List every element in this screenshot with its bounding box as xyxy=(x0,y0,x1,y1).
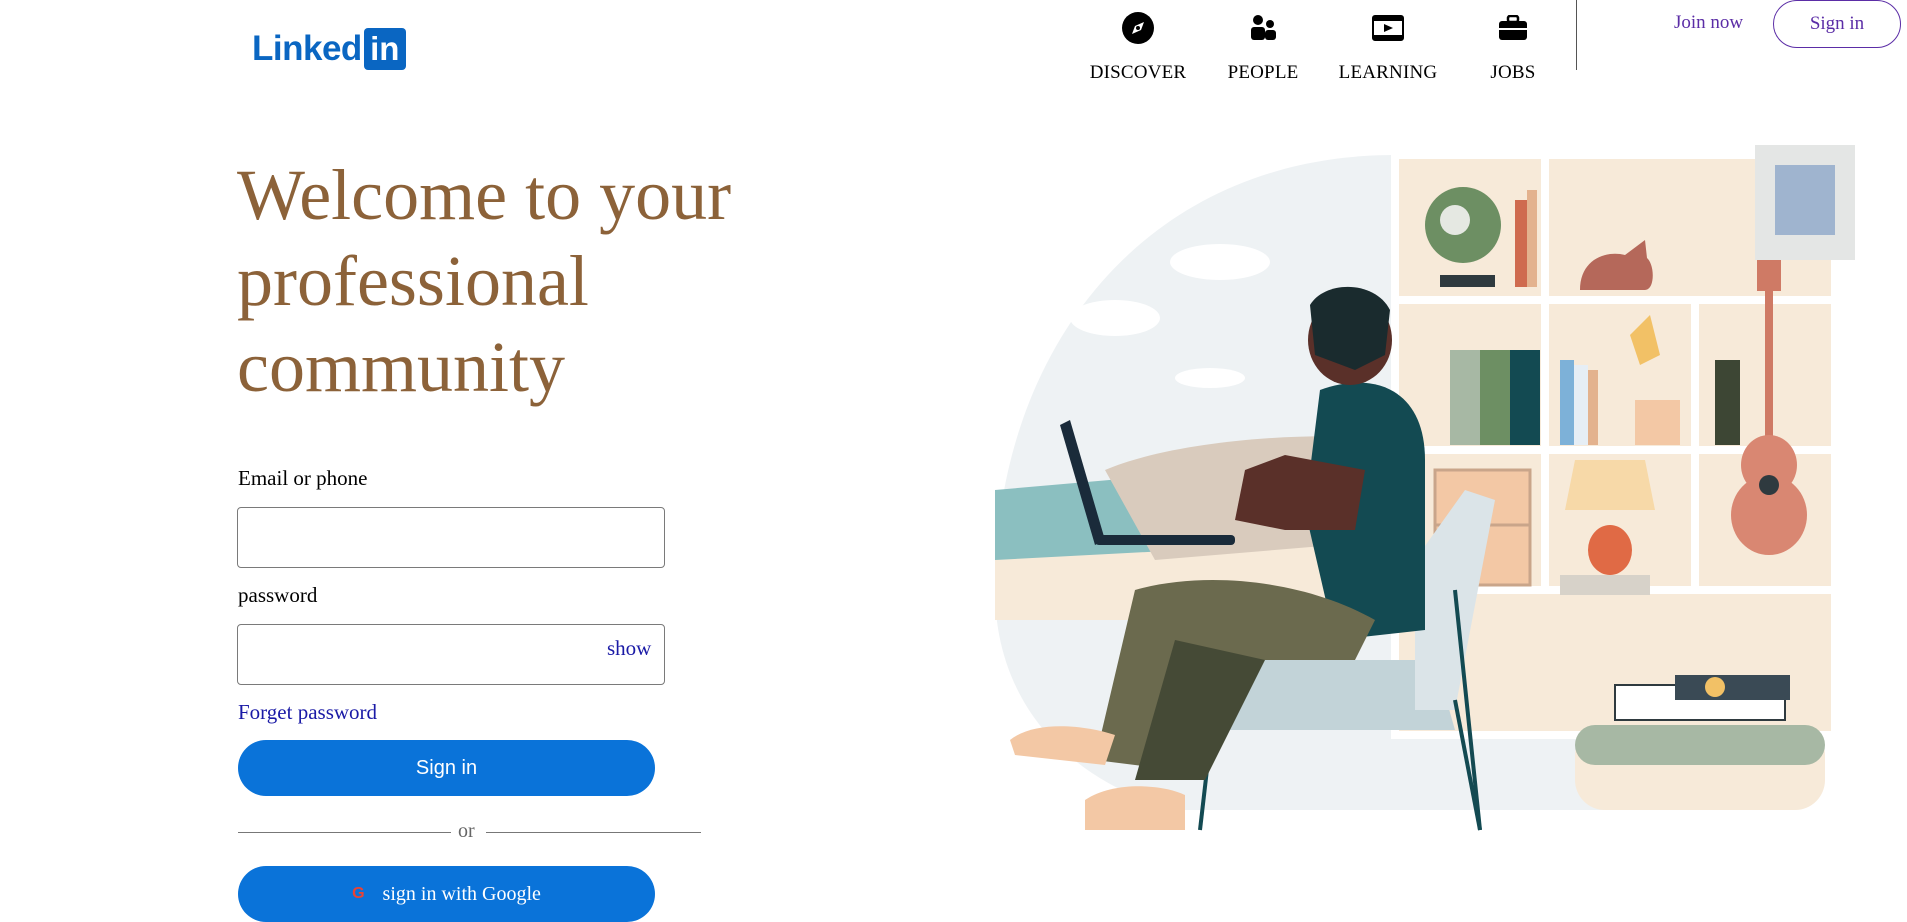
password-label: password xyxy=(238,583,318,607)
header-sign-in-button[interactable]: Sign in xyxy=(1773,0,1901,48)
join-now-link[interactable]: Join now xyxy=(1674,12,1743,34)
nav-label-jobs: JOBS xyxy=(1490,62,1536,83)
logo-in-box: in xyxy=(363,28,406,70)
or-line-right xyxy=(486,832,701,833)
nav-label-discover: DISCOVER xyxy=(1089,62,1187,83)
people-icon xyxy=(1248,10,1278,46)
show-password-toggle[interactable]: show xyxy=(607,636,651,661)
email-field[interactable] xyxy=(237,507,665,568)
linkedin-logo[interactable]: Linked in xyxy=(252,28,406,70)
logo-text: Linked xyxy=(252,29,362,68)
briefcase-icon xyxy=(1498,10,1528,46)
password-field[interactable] xyxy=(237,624,665,685)
google-sign-in-button[interactable]: G sign in with Google xyxy=(238,866,655,922)
forget-password-link[interactable]: Forget password xyxy=(238,700,377,725)
or-line-left xyxy=(238,832,451,833)
sign-in-button-label: Sign in xyxy=(415,756,478,779)
nav-item-discover[interactable]: DISCOVER xyxy=(1078,10,1198,84)
hero-illustration xyxy=(995,145,1855,831)
nav-item-people[interactable]: PEOPLE xyxy=(1203,10,1323,84)
sign-in-button[interactable]: Sign in xyxy=(238,740,655,796)
page-title: Welcome to your professional community xyxy=(237,155,732,407)
google-sign-in-label: sign in with Google xyxy=(382,882,541,905)
or-divider: or xyxy=(238,820,701,844)
nav-label-learning: LEARNING xyxy=(1338,62,1438,83)
nav-item-jobs[interactable]: JOBS xyxy=(1453,10,1573,84)
google-icon: G xyxy=(352,885,365,902)
compass-icon xyxy=(1121,10,1155,46)
nav-label-people: PEOPLE xyxy=(1227,62,1299,83)
or-text: or xyxy=(458,820,475,842)
nav-divider xyxy=(1576,0,1577,70)
email-label: Email or phone xyxy=(238,466,368,490)
nav-item-learning[interactable]: LEARNING xyxy=(1328,10,1448,84)
video-play-icon xyxy=(1372,10,1404,46)
